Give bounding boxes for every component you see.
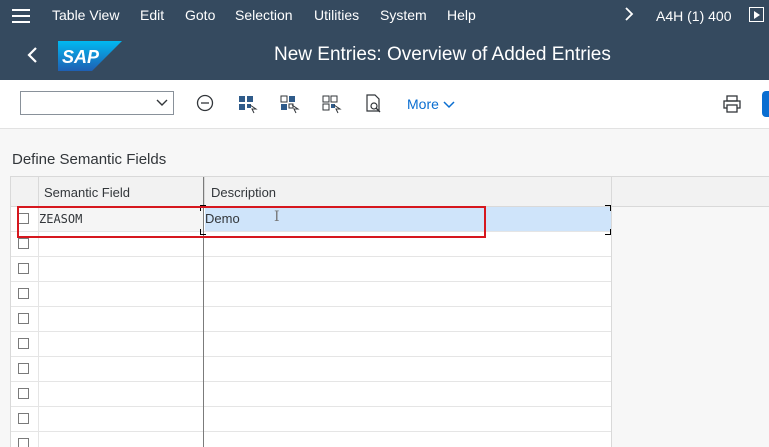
row-checkbox[interactable] xyxy=(18,338,29,349)
semantic-field-cell[interactable] xyxy=(39,432,204,447)
table-header: Semantic Field Description xyxy=(11,176,611,207)
page-title: New Entries: Overview of Added Entries xyxy=(274,44,611,65)
row-checkbox[interactable] xyxy=(18,238,29,249)
semantic-field-cell[interactable] xyxy=(39,357,204,381)
title-bar: SAP New Entries: Overview of Added Entri… xyxy=(0,31,769,80)
toolbar: More xyxy=(0,80,769,129)
menu-selection[interactable]: Selection xyxy=(235,7,293,23)
annotation-highlight-box xyxy=(17,206,486,238)
description-cell[interactable] xyxy=(205,382,611,406)
row-selector[interactable] xyxy=(11,432,39,447)
cell-corner-marker xyxy=(605,229,611,235)
menu-utilities[interactable]: Utilities xyxy=(314,7,359,23)
menu-system[interactable]: System xyxy=(380,7,427,23)
row-checkbox[interactable] xyxy=(18,313,29,324)
table-row[interactable] xyxy=(11,432,611,447)
row-selector[interactable] xyxy=(11,357,39,381)
chevron-down-icon xyxy=(443,101,455,109)
semantic-field-cell[interactable] xyxy=(39,332,204,356)
sap-logo: SAP xyxy=(58,41,122,71)
chevron-right-icon[interactable] xyxy=(624,6,634,22)
details-icon[interactable] xyxy=(362,92,384,114)
row-checkbox[interactable] xyxy=(18,388,29,399)
column-header-semantic-field[interactable]: Semantic Field xyxy=(44,185,130,200)
menu-bar: Table View Edit Goto Selection Utilities… xyxy=(0,0,769,31)
menu-goto[interactable]: Goto xyxy=(185,7,215,23)
table-row[interactable] xyxy=(11,332,611,357)
row-selector[interactable] xyxy=(11,407,39,431)
more-label: More xyxy=(407,96,439,112)
row-selector[interactable] xyxy=(11,257,39,281)
table-header-filler xyxy=(611,176,769,207)
table-row[interactable] xyxy=(11,407,611,432)
print-icon[interactable] xyxy=(722,94,742,114)
system-info: A4H (1) 400 xyxy=(656,8,732,24)
chevron-down-icon[interactable] xyxy=(156,97,168,109)
select-all-icon[interactable] xyxy=(236,92,258,114)
table-row[interactable] xyxy=(11,307,611,332)
semantic-field-cell[interactable] xyxy=(39,282,204,306)
table-row[interactable] xyxy=(11,282,611,307)
description-cell[interactable] xyxy=(205,307,611,331)
row-checkbox[interactable] xyxy=(18,438,29,447)
cell-corner-marker xyxy=(605,205,611,211)
command-field[interactable] xyxy=(20,91,174,115)
description-cell[interactable] xyxy=(205,357,611,381)
description-cell[interactable] xyxy=(205,407,611,431)
row-checkbox[interactable] xyxy=(18,413,29,424)
select-block-icon[interactable] xyxy=(320,92,342,114)
row-selector[interactable] xyxy=(11,382,39,406)
description-cell[interactable] xyxy=(205,257,611,281)
header-divider xyxy=(38,177,39,207)
table-row[interactable] xyxy=(11,357,611,382)
row-checkbox[interactable] xyxy=(18,288,29,299)
menu-table-view[interactable]: Table View xyxy=(52,7,119,23)
column-header-description[interactable]: Description xyxy=(211,185,276,200)
row-checkbox[interactable] xyxy=(18,263,29,274)
semantic-field-cell[interactable] xyxy=(39,382,204,406)
description-cell[interactable] xyxy=(205,332,611,356)
row-selector[interactable] xyxy=(11,282,39,306)
semantic-field-cell[interactable] xyxy=(39,307,204,331)
header-divider xyxy=(204,177,205,207)
row-selector[interactable] xyxy=(11,307,39,331)
play-icon[interactable] xyxy=(749,7,764,22)
table-row[interactable] xyxy=(11,257,611,282)
back-icon[interactable] xyxy=(22,43,44,67)
table-row[interactable] xyxy=(11,382,611,407)
semantic-field-cell[interactable] xyxy=(39,257,204,281)
menu-icon[interactable] xyxy=(12,9,30,23)
deselect-icon[interactable] xyxy=(278,92,300,114)
menu-help[interactable]: Help xyxy=(447,7,476,23)
row-checkbox[interactable] xyxy=(18,363,29,374)
cancel-icon[interactable] xyxy=(194,92,216,114)
svg-text:SAP: SAP xyxy=(62,47,100,67)
more-menu-button[interactable]: More xyxy=(407,96,455,112)
description-cell[interactable] xyxy=(205,282,611,306)
description-cell[interactable] xyxy=(205,432,611,447)
menu-edit[interactable]: Edit xyxy=(140,7,164,23)
row-selector[interactable] xyxy=(11,332,39,356)
edge-button[interactable] xyxy=(762,91,769,117)
semantic-field-cell[interactable] xyxy=(39,407,204,431)
text-cursor-icon: I xyxy=(274,209,280,225)
section-title: Define Semantic Fields xyxy=(12,151,167,168)
